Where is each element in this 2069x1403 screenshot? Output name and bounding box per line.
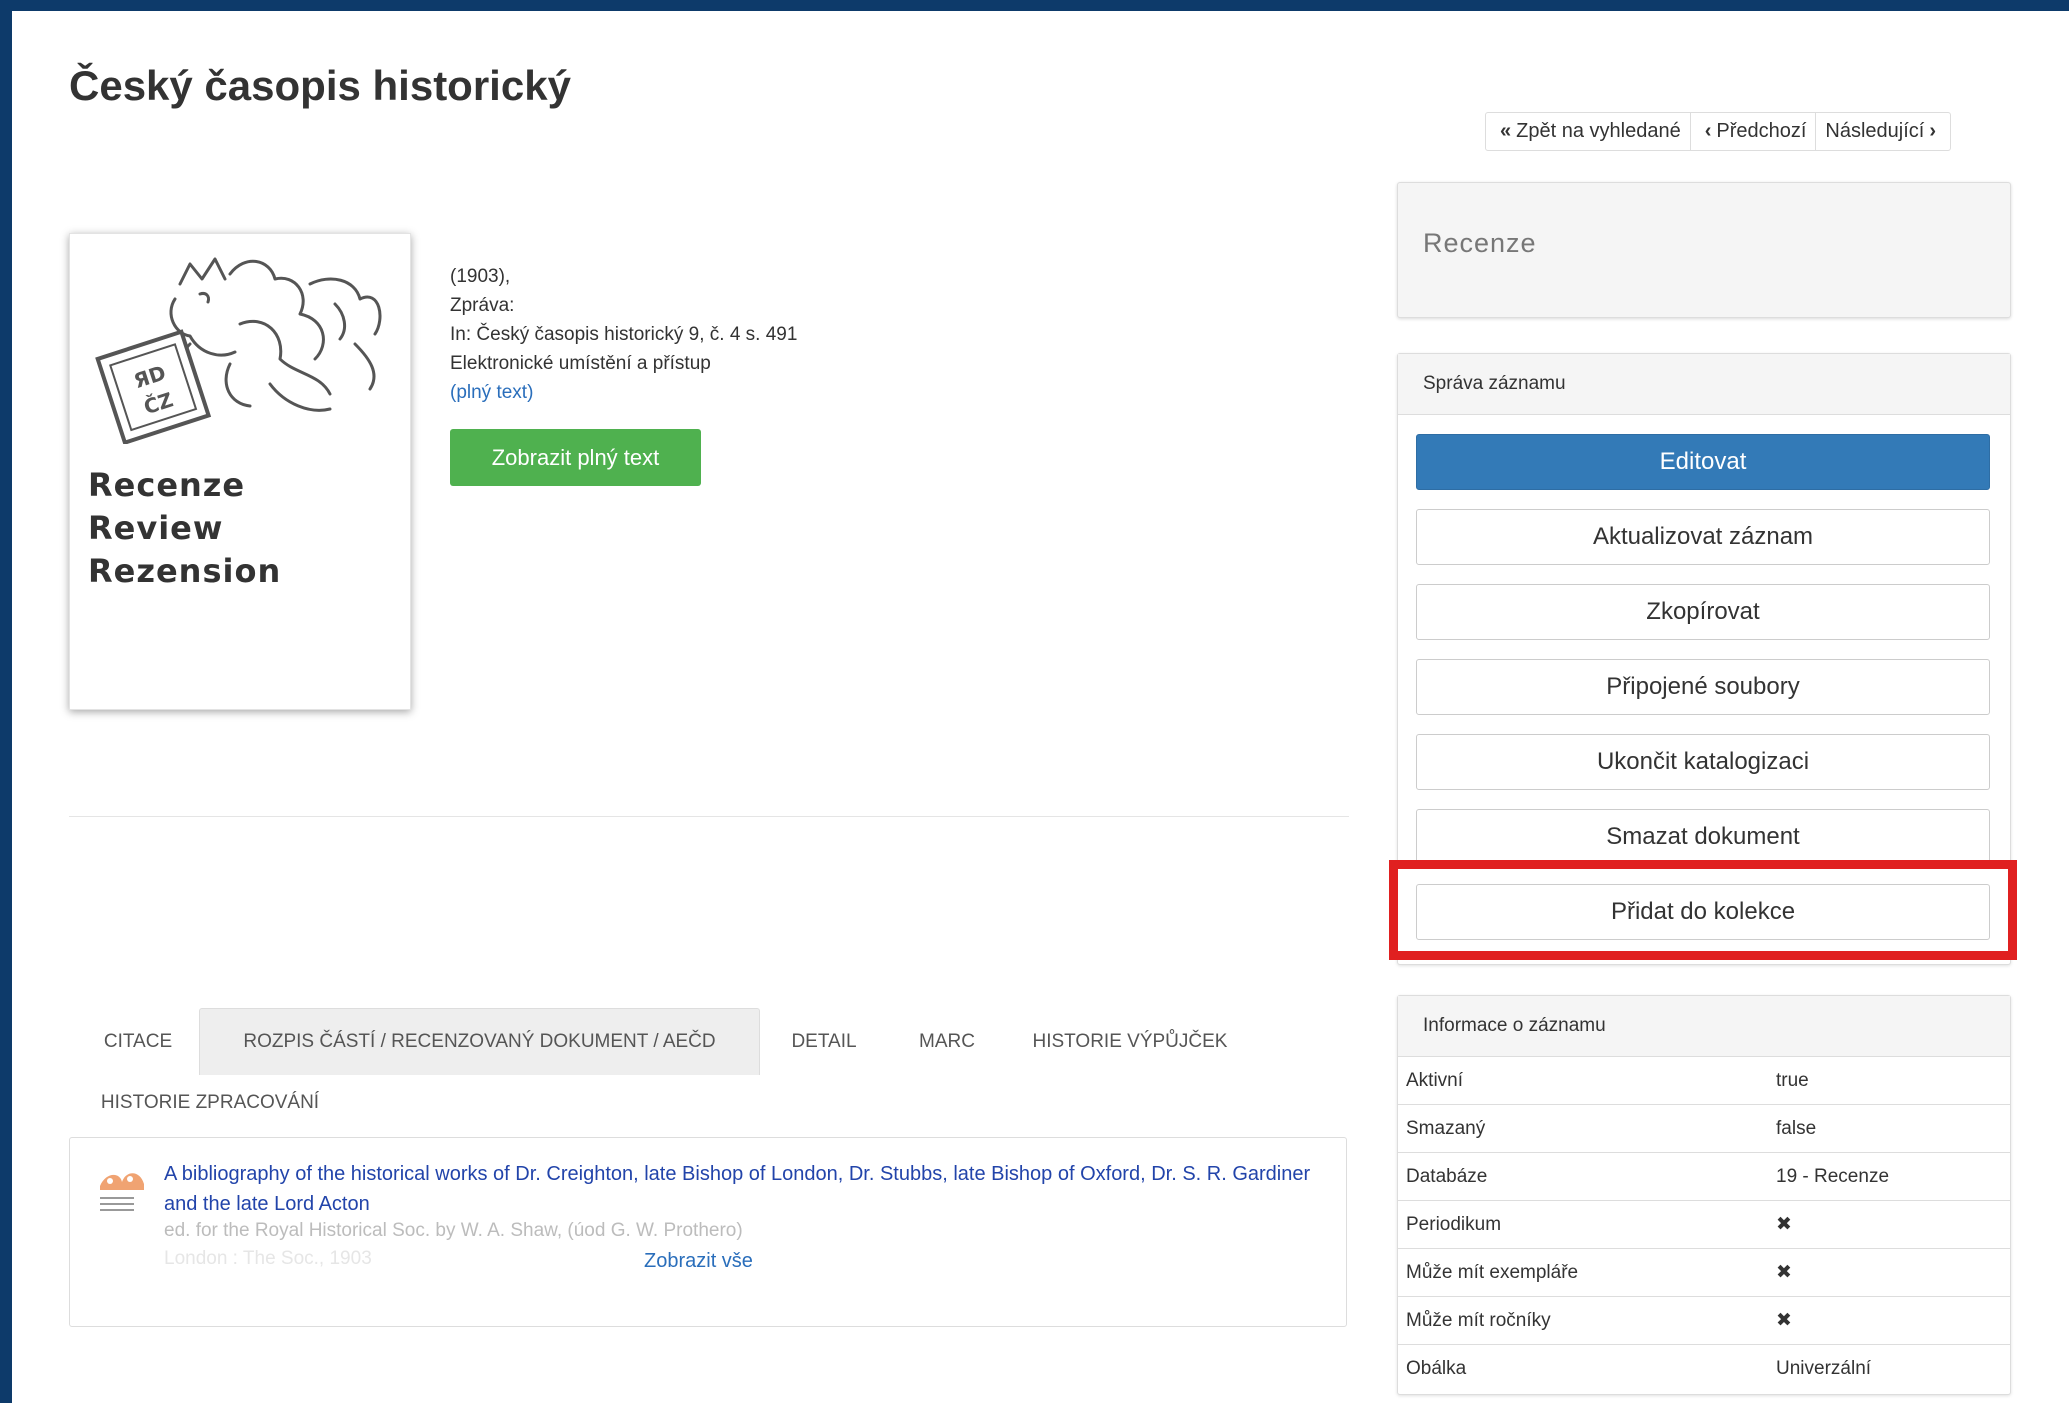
double-chevron-left-icon: «	[1500, 120, 1512, 142]
tab-loan-history[interactable]: HISTORIE VÝPŮJČEK	[1024, 1012, 1236, 1072]
info-value: 19 - Recenze	[1746, 1152, 2010, 1201]
part-subtitle: ed. for the Royal Historical Soc. by W. …	[164, 1220, 743, 1241]
info-label: Periodikum	[1398, 1200, 1746, 1249]
table-row: Může mít exempláře ✖	[1398, 1248, 2010, 1297]
table-row: Periodikum ✖	[1398, 1200, 2010, 1249]
table-row: Obálka Univerzální	[1398, 1344, 2010, 1392]
divider	[69, 816, 1349, 817]
cover-caption: Recenze Review Rezension	[88, 464, 281, 593]
info-label: Aktivní	[1398, 1056, 1746, 1105]
info-label: Databáze	[1398, 1152, 1746, 1201]
x-icon: ✖	[1746, 1200, 2010, 1249]
book-record-icon	[100, 1173, 144, 1211]
copy-button[interactable]: Zkopírovat	[1416, 584, 1990, 640]
tab-parts[interactable]: ROZPIS ČÁSTÍ / RECENZOVANÝ DOKUMENT / AE…	[199, 1008, 760, 1075]
edit-button[interactable]: Editovat	[1416, 434, 1990, 490]
finish-cataloguing-button[interactable]: Ukončit katalogizaci	[1416, 734, 1990, 790]
page-title: Český časopis historický	[69, 62, 571, 109]
back-to-search-link[interactable]: « Zpět na vyhledané	[1486, 113, 1691, 150]
record-year: (1903),	[450, 266, 511, 287]
record-info-table: Aktivní true Smazaný false Databáze 19 -…	[1398, 1056, 2010, 1392]
delete-document-button[interactable]: Smazat dokument	[1416, 809, 1990, 865]
info-label: Smazaný	[1398, 1104, 1746, 1153]
x-icon: ✖	[1746, 1248, 2010, 1297]
chevron-right-icon: ›	[1929, 120, 1937, 142]
record-type-panel: Recenze	[1397, 182, 2011, 318]
parts-panel: A bibliography of the historical works o…	[69, 1137, 1347, 1327]
attached-files-button[interactable]: Připojené soubory	[1416, 659, 1990, 715]
highlight-box	[1389, 860, 2017, 960]
table-row: Smazaný false	[1398, 1104, 2010, 1153]
table-row: Databáze 19 - Recenze	[1398, 1152, 2010, 1201]
access-label: Elektronické umístění a přístup	[450, 353, 711, 374]
tab-detail[interactable]: DETAIL	[778, 1012, 870, 1072]
window-frame-top	[0, 0, 2069, 11]
table-row: Může mít ročníky ✖	[1398, 1296, 2010, 1345]
record-pager: « Zpět na vyhledané ‹ Předchozí Následuj…	[1485, 112, 1952, 151]
info-label: Může mít exempláře	[1398, 1248, 1746, 1297]
record-source: In: Český časopis historický 9, č. 4 s. …	[450, 324, 798, 345]
record-type-label: Zpráva:	[450, 295, 515, 316]
cover-line: Rezension	[88, 552, 282, 590]
fulltext-link[interactable]: (plný text)	[450, 378, 797, 407]
info-label: Může mít ročníky	[1398, 1296, 1746, 1345]
chevron-left-icon: ‹	[1704, 120, 1712, 142]
back-to-search-label: Zpět na vyhledané	[1516, 120, 1681, 142]
record-summary: (1903), Zpráva: In: Český časopis histor…	[450, 262, 797, 407]
info-value: false	[1746, 1104, 2010, 1153]
czech-lion-logo-icon: ЯD ČZ	[95, 257, 382, 444]
part-imprint: London : The Soc., 1903	[164, 1248, 372, 1269]
info-value: Univerzální	[1746, 1344, 2010, 1392]
table-row: Aktivní true	[1398, 1056, 2010, 1105]
panel-heading: Informace o záznamu	[1398, 996, 2010, 1057]
window-frame-left	[0, 0, 12, 1403]
next-label: Následující	[1825, 120, 1925, 142]
record-type-value: Recenze	[1423, 228, 1537, 258]
show-fulltext-button[interactable]: Zobrazit plný text	[450, 429, 701, 486]
tab-processing-history[interactable]: HISTORIE ZPRACOVÁNÍ	[86, 1078, 334, 1128]
previous-label: Předchozí	[1716, 120, 1807, 142]
cover-line: Recenze	[88, 466, 246, 504]
cover-image: ЯD ČZ Recenze Review Rezension	[69, 233, 411, 710]
previous-record-link[interactable]: ‹ Předchozí	[1691, 113, 1817, 150]
show-all-link[interactable]: Zobrazit vše	[644, 1250, 753, 1273]
next-record-link[interactable]: Následující ›	[1816, 113, 1950, 150]
info-value: true	[1746, 1056, 2010, 1105]
tab-citace[interactable]: CITACE	[86, 1012, 190, 1072]
part-title-link[interactable]: A bibliography of the historical works o…	[164, 1159, 1324, 1219]
cover-line: Review	[88, 509, 224, 547]
panel-heading: Správa záznamu	[1398, 354, 2010, 415]
x-icon: ✖	[1746, 1296, 2010, 1345]
info-label: Obálka	[1398, 1344, 1746, 1392]
update-record-button[interactable]: Aktualizovat záznam	[1416, 509, 1990, 565]
record-info-panel: Informace o záznamu Aktivní true Smazaný…	[1397, 995, 2011, 1395]
tab-marc[interactable]: MARC	[906, 1012, 988, 1072]
